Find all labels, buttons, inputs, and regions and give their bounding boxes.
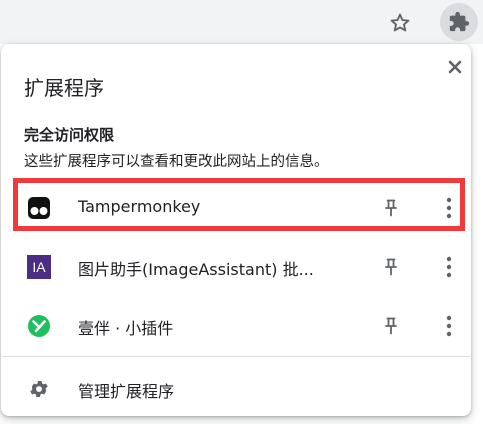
gear-icon — [28, 378, 50, 400]
yiban-icon — [27, 314, 51, 338]
pin-icon — [385, 317, 397, 335]
extension-row-image-assistant[interactable]: IA 图片助手(ImageAssistant) 批... — [1, 239, 471, 295]
pin-icon — [385, 258, 397, 276]
puzzle-icon — [449, 11, 470, 32]
close-button[interactable] — [441, 53, 469, 81]
extension-name: 图片助手(ImageAssistant) 批... — [78, 260, 314, 279]
highlight-box — [13, 178, 465, 231]
more-vertical-icon — [446, 256, 452, 278]
manage-extensions-label: 管理扩展程序 — [78, 382, 175, 401]
extension-row-yiban[interactable]: 壹伴 · 小插件 — [1, 298, 471, 354]
bookmark-star-button[interactable] — [385, 8, 415, 38]
extension-name: 壹伴 · 小插件 — [78, 319, 174, 338]
more-options-button[interactable] — [435, 253, 463, 281]
section-description: 这些扩展程序可以查看和更改此网站上的信息。 — [24, 154, 329, 170]
divider — [2, 356, 472, 357]
more-options-button[interactable] — [435, 312, 463, 340]
more-vertical-icon — [446, 315, 452, 337]
manage-extensions-button[interactable]: 管理扩展程序 — [1, 368, 471, 412]
image-assistant-icon: IA — [27, 255, 51, 279]
browser-toolbar — [0, 0, 483, 44]
pin-button[interactable] — [377, 312, 405, 340]
page-edge — [471, 44, 483, 424]
pin-button[interactable] — [377, 253, 405, 281]
panel-title: 扩展程序 — [24, 76, 104, 100]
star-outline-icon — [390, 13, 410, 32]
close-icon — [448, 60, 462, 74]
extensions-menu: 扩展程序 完全访问权限 这些扩展程序可以查看和更改此网站上的信息。 Tamper… — [1, 44, 472, 416]
section-title: 完全访问权限 — [24, 126, 115, 144]
extensions-button[interactable] — [440, 3, 478, 41]
